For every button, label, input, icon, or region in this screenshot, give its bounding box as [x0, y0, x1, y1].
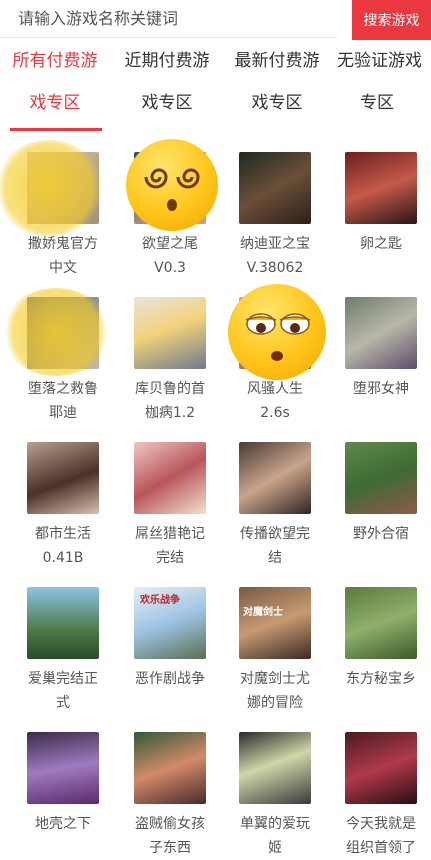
game-thumbnail: [239, 442, 311, 514]
dizzy-face-emoji-icon: [126, 139, 218, 231]
game-title: 盗贼偷女孩 子东西: [135, 816, 205, 856]
game-title: 都市生活 0.41B: [35, 526, 91, 566]
game-title: 堕邪女神: [353, 381, 409, 397]
tab-label: 戏专区: [29, 93, 81, 113]
game-thumbnail: [27, 732, 99, 804]
game-thumbnail: [27, 442, 99, 514]
game-title: 恶作剧战争: [135, 671, 205, 687]
game-thumbnail: [239, 152, 311, 224]
tab-newest-paid-games[interactable]: 最新付费游 戏专区: [222, 40, 332, 132]
game-title: 欲望之尾 V0.3: [142, 236, 198, 276]
game-title: 堕落之救鲁 耶迪: [28, 381, 98, 421]
unamused-face-eyes-icon: [245, 313, 311, 361]
tab-recent-paid-games[interactable]: 近期付费游 戏专区: [112, 40, 222, 132]
game-thumbnail: [345, 297, 417, 369]
thumbnail-caption: 对魔剑士: [243, 607, 283, 618]
category-tabs: 所有付费游 戏专区 近期付费游 戏专区 最新付费游 戏专区 无验证游戏 专区: [0, 40, 431, 132]
tab-label: 戏专区: [141, 93, 193, 113]
sticker-scribble-2: [0, 288, 112, 376]
tab-label: 最新付费游: [234, 51, 320, 71]
game-thumbnail: 欢乐战争: [134, 587, 206, 659]
game-title: 传播欲望完结: [240, 526, 310, 566]
tab-label: 所有付费游: [12, 51, 98, 71]
game-title: 今天我就是 组织首领了: [346, 816, 416, 856]
game-title: 卵之匙: [360, 236, 402, 252]
game-title: 风骚人生 2.6s: [247, 381, 303, 421]
game-title: 爱巢完结正式: [28, 671, 98, 711]
search-input[interactable]: [0, 0, 336, 38]
game-title: 对魔剑士尤 娜的冒险: [240, 671, 310, 711]
game-title: 野外合宿: [353, 526, 409, 542]
game-thumbnail: [345, 442, 417, 514]
game-thumbnail: [345, 587, 417, 659]
game-title: 纳迪亚之宝 V.38062: [240, 236, 310, 276]
unamused-face-emoji-icon: [228, 284, 326, 380]
tab-label: 专区: [360, 93, 394, 113]
game-title: 库贝鲁的首 枷病1.2: [135, 381, 205, 421]
game-thumbnail: [134, 297, 206, 369]
game-thumbnail: [134, 732, 206, 804]
game-thumbnail: [345, 152, 417, 224]
tab-label: 戏专区: [251, 93, 303, 113]
dizzy-face-eyes-icon: [144, 168, 200, 211]
tab-label: 近期付费游: [124, 51, 210, 71]
game-title: 东方秘宝乡: [346, 671, 416, 687]
search-button[interactable]: 搜索游戏: [352, 0, 431, 40]
active-tab-indicator: [10, 128, 102, 131]
game-title: 单翼的爱玩姬: [240, 816, 310, 856]
game-title: 撒娇鬼官方 中文: [28, 236, 98, 276]
game-thumbnail: [239, 732, 311, 804]
game-thumbnail: 对魔剑士: [239, 587, 311, 659]
thumbnail-caption: 欢乐战争: [140, 595, 180, 606]
search-bar: 搜索游戏: [0, 0, 431, 40]
game-thumbnail: [27, 587, 99, 659]
tab-all-paid-games[interactable]: 所有付费游 戏专区: [0, 40, 110, 132]
game-thumbnail: [134, 442, 206, 514]
game-title: 屌丝猎艳记 完结: [135, 526, 205, 566]
game-thumbnail: [345, 732, 417, 804]
game-title: 地壳之下: [35, 816, 91, 832]
tab-label: 无验证游戏: [337, 51, 422, 71]
tab-no-verification-games[interactable]: 无验证游戏 专区: [331, 40, 431, 132]
